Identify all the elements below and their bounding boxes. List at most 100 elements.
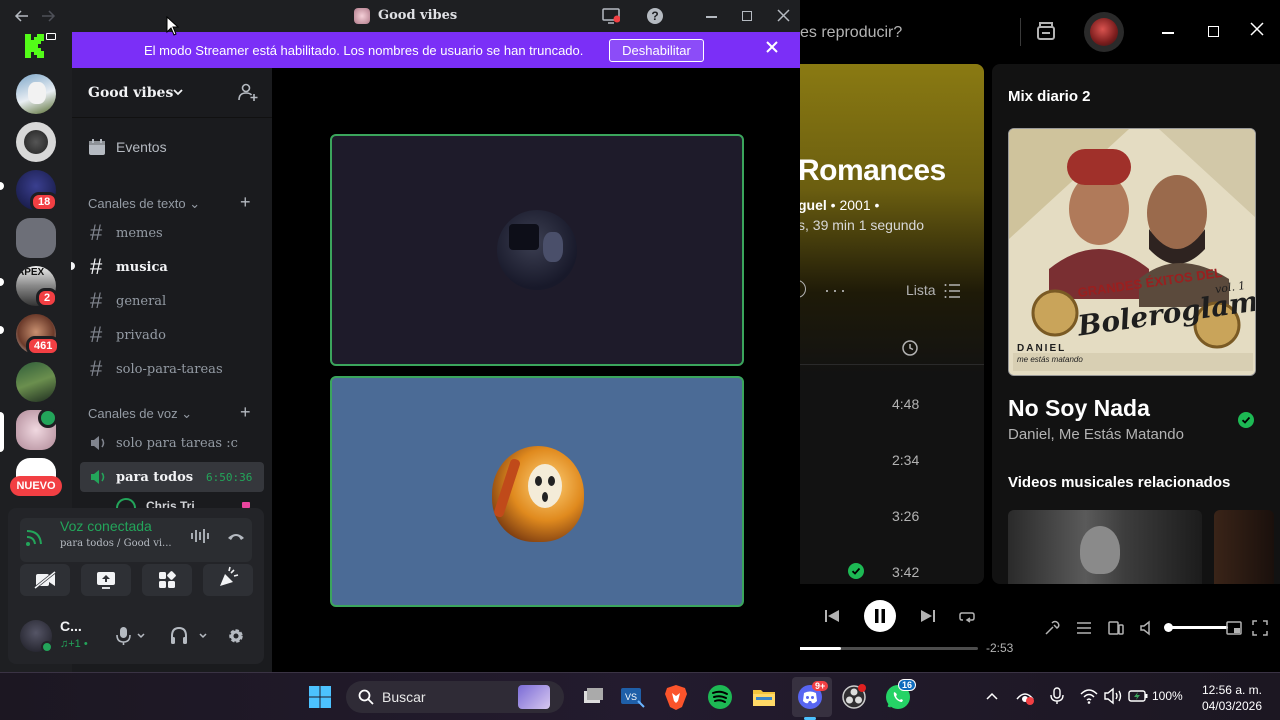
close-icon[interactable] xyxy=(777,9,790,22)
profile-avatar[interactable] xyxy=(1084,12,1124,52)
windows-start-icon[interactable] xyxy=(306,683,334,711)
signal-icon[interactable] xyxy=(24,526,46,548)
kick-logo-icon[interactable] xyxy=(24,34,46,58)
connect-device-icon[interactable] xyxy=(1108,620,1124,636)
microphone-icon[interactable] xyxy=(116,626,146,646)
channel-musica[interactable]: # musica xyxy=(80,252,264,282)
fullscreen-icon[interactable] xyxy=(1252,620,1268,636)
channel-memes[interactable]: # memes xyxy=(80,218,264,248)
chevron-up-icon[interactable] xyxy=(986,691,998,701)
stream-overlay-icon xyxy=(46,33,56,40)
minimize-icon[interactable] xyxy=(1162,32,1174,34)
voice-member-avatar[interactable] xyxy=(116,498,136,508)
hashtag-icon: # xyxy=(90,254,103,279)
activities-button[interactable] xyxy=(142,564,192,596)
forward-arrow-icon[interactable] xyxy=(40,8,56,24)
next-icon[interactable] xyxy=(920,608,936,624)
voice-category[interactable]: Canales de voz ⌄ xyxy=(88,406,192,422)
voice-status-subtitle[interactable]: para todos / Good vi... xyxy=(60,538,172,549)
close-icon[interactable] xyxy=(1250,22,1264,36)
maximize-icon[interactable] xyxy=(742,11,752,21)
minimize-icon[interactable] xyxy=(706,16,717,18)
volume-handle[interactable] xyxy=(1164,623,1173,632)
voice-channel-solo-para-tareas[interactable]: solo para tareas :c xyxy=(80,428,264,458)
screen-share-icon[interactable] xyxy=(602,8,620,24)
channel-name: para todos xyxy=(116,470,194,485)
mini-player-icon[interactable] xyxy=(1226,620,1242,636)
noise-suppression-icon[interactable] xyxy=(190,528,210,544)
selected-pill xyxy=(0,412,4,452)
task-view-icon[interactable] xyxy=(578,683,606,711)
unread-pill xyxy=(0,182,4,190)
volume-slider[interactable] xyxy=(1166,626,1228,629)
network-warning-icon[interactable] xyxy=(1016,687,1034,705)
voice-member-name[interactable]: Chris Tri... xyxy=(146,499,205,508)
participant-tile[interactable] xyxy=(330,134,744,366)
help-icon[interactable]: ? xyxy=(647,8,663,24)
clock[interactable]: 12:56 a. m. 04/03/2026 xyxy=(1192,682,1262,714)
add-channel-icon[interactable]: + xyxy=(240,402,251,423)
discord-titlebar: Good vibes ? xyxy=(0,0,800,32)
server-icon[interactable] xyxy=(16,122,56,162)
volume-icon[interactable] xyxy=(1140,620,1156,636)
more-options-button[interactable]: ··· xyxy=(824,280,848,301)
maximize-icon[interactable] xyxy=(1208,26,1219,37)
file-explorer-icon[interactable] xyxy=(750,683,778,711)
song-title[interactable]: No Soy Nada xyxy=(1008,395,1150,422)
lyrics-icon[interactable] xyxy=(1044,620,1060,636)
saved-check-icon[interactable] xyxy=(848,563,864,579)
saved-check-icon[interactable] xyxy=(1238,412,1254,428)
channel-solo-para-tareas[interactable]: # solo-para-tareas xyxy=(80,354,264,384)
soundboard-button[interactable] xyxy=(203,564,253,596)
channel-general[interactable]: # general xyxy=(80,286,264,316)
username[interactable]: C... xyxy=(60,618,82,634)
queue-icon[interactable] xyxy=(1076,620,1092,636)
disconnect-icon[interactable] xyxy=(226,528,246,544)
virtualbox-icon[interactable]: VS xyxy=(618,683,646,711)
wifi-icon[interactable] xyxy=(1080,687,1098,705)
track-duration: 4:48 xyxy=(892,396,920,412)
close-banner-icon[interactable] xyxy=(766,41,778,53)
song-artist[interactable]: Daniel, Me Estás Matando xyxy=(1008,426,1184,443)
voice-status-title[interactable]: Voz conectada xyxy=(60,518,152,534)
server-icon[interactable] xyxy=(16,362,56,402)
disable-streamer-button[interactable]: Deshabilitar xyxy=(609,39,704,62)
screen-share-button[interactable] xyxy=(81,564,131,596)
taskbar-search[interactable]: Buscar xyxy=(346,681,564,713)
playlist-title[interactable]: Mix diario 2 xyxy=(1008,88,1091,105)
album-artist-link[interactable]: guel xyxy=(798,197,827,213)
server-icon[interactable] xyxy=(16,458,56,478)
server-icon[interactable] xyxy=(16,74,56,114)
album-title: Romances xyxy=(798,154,946,187)
list-view-button[interactable]: Lista xyxy=(906,282,936,298)
gear-icon[interactable] xyxy=(226,626,246,646)
category-label: Canales de texto xyxy=(88,196,186,211)
channel-privado[interactable]: # privado xyxy=(80,320,264,350)
video-thumbnail[interactable] xyxy=(1008,510,1202,584)
installed-app-icon[interactable] xyxy=(1034,20,1058,44)
events-label[interactable]: Eventos xyxy=(116,139,167,155)
previous-icon[interactable] xyxy=(824,608,840,624)
text-category[interactable]: Canales de texto ⌄ xyxy=(88,196,200,212)
invite-people-icon[interactable] xyxy=(238,82,258,102)
progress-fill xyxy=(798,647,842,650)
microphone-icon[interactable] xyxy=(1050,687,1064,705)
brave-icon[interactable] xyxy=(662,683,690,711)
add-channel-icon[interactable]: + xyxy=(240,192,251,213)
headphones-icon[interactable] xyxy=(170,626,210,646)
repeat-icon[interactable] xyxy=(958,608,976,624)
camera-toggle-button[interactable] xyxy=(20,564,70,596)
video-thumbnail[interactable] xyxy=(1214,510,1274,584)
spotify-search-input[interactable]: es reproducir? xyxy=(800,24,902,42)
pause-button[interactable] xyxy=(864,600,896,632)
voice-channel-para-todos[interactable]: para todos 6:50:36 xyxy=(80,462,264,492)
battery-charging-icon[interactable] xyxy=(1128,690,1148,702)
obs-icon[interactable] xyxy=(840,683,868,711)
participant-tile[interactable] xyxy=(330,376,744,607)
spotify-icon[interactable] xyxy=(706,683,734,711)
volume-icon[interactable] xyxy=(1104,687,1124,705)
back-arrow-icon[interactable] xyxy=(14,8,30,24)
participant-avatar xyxy=(492,446,584,542)
server-icon[interactable] xyxy=(16,218,56,258)
server-header[interactable]: Good vibes xyxy=(72,68,272,118)
